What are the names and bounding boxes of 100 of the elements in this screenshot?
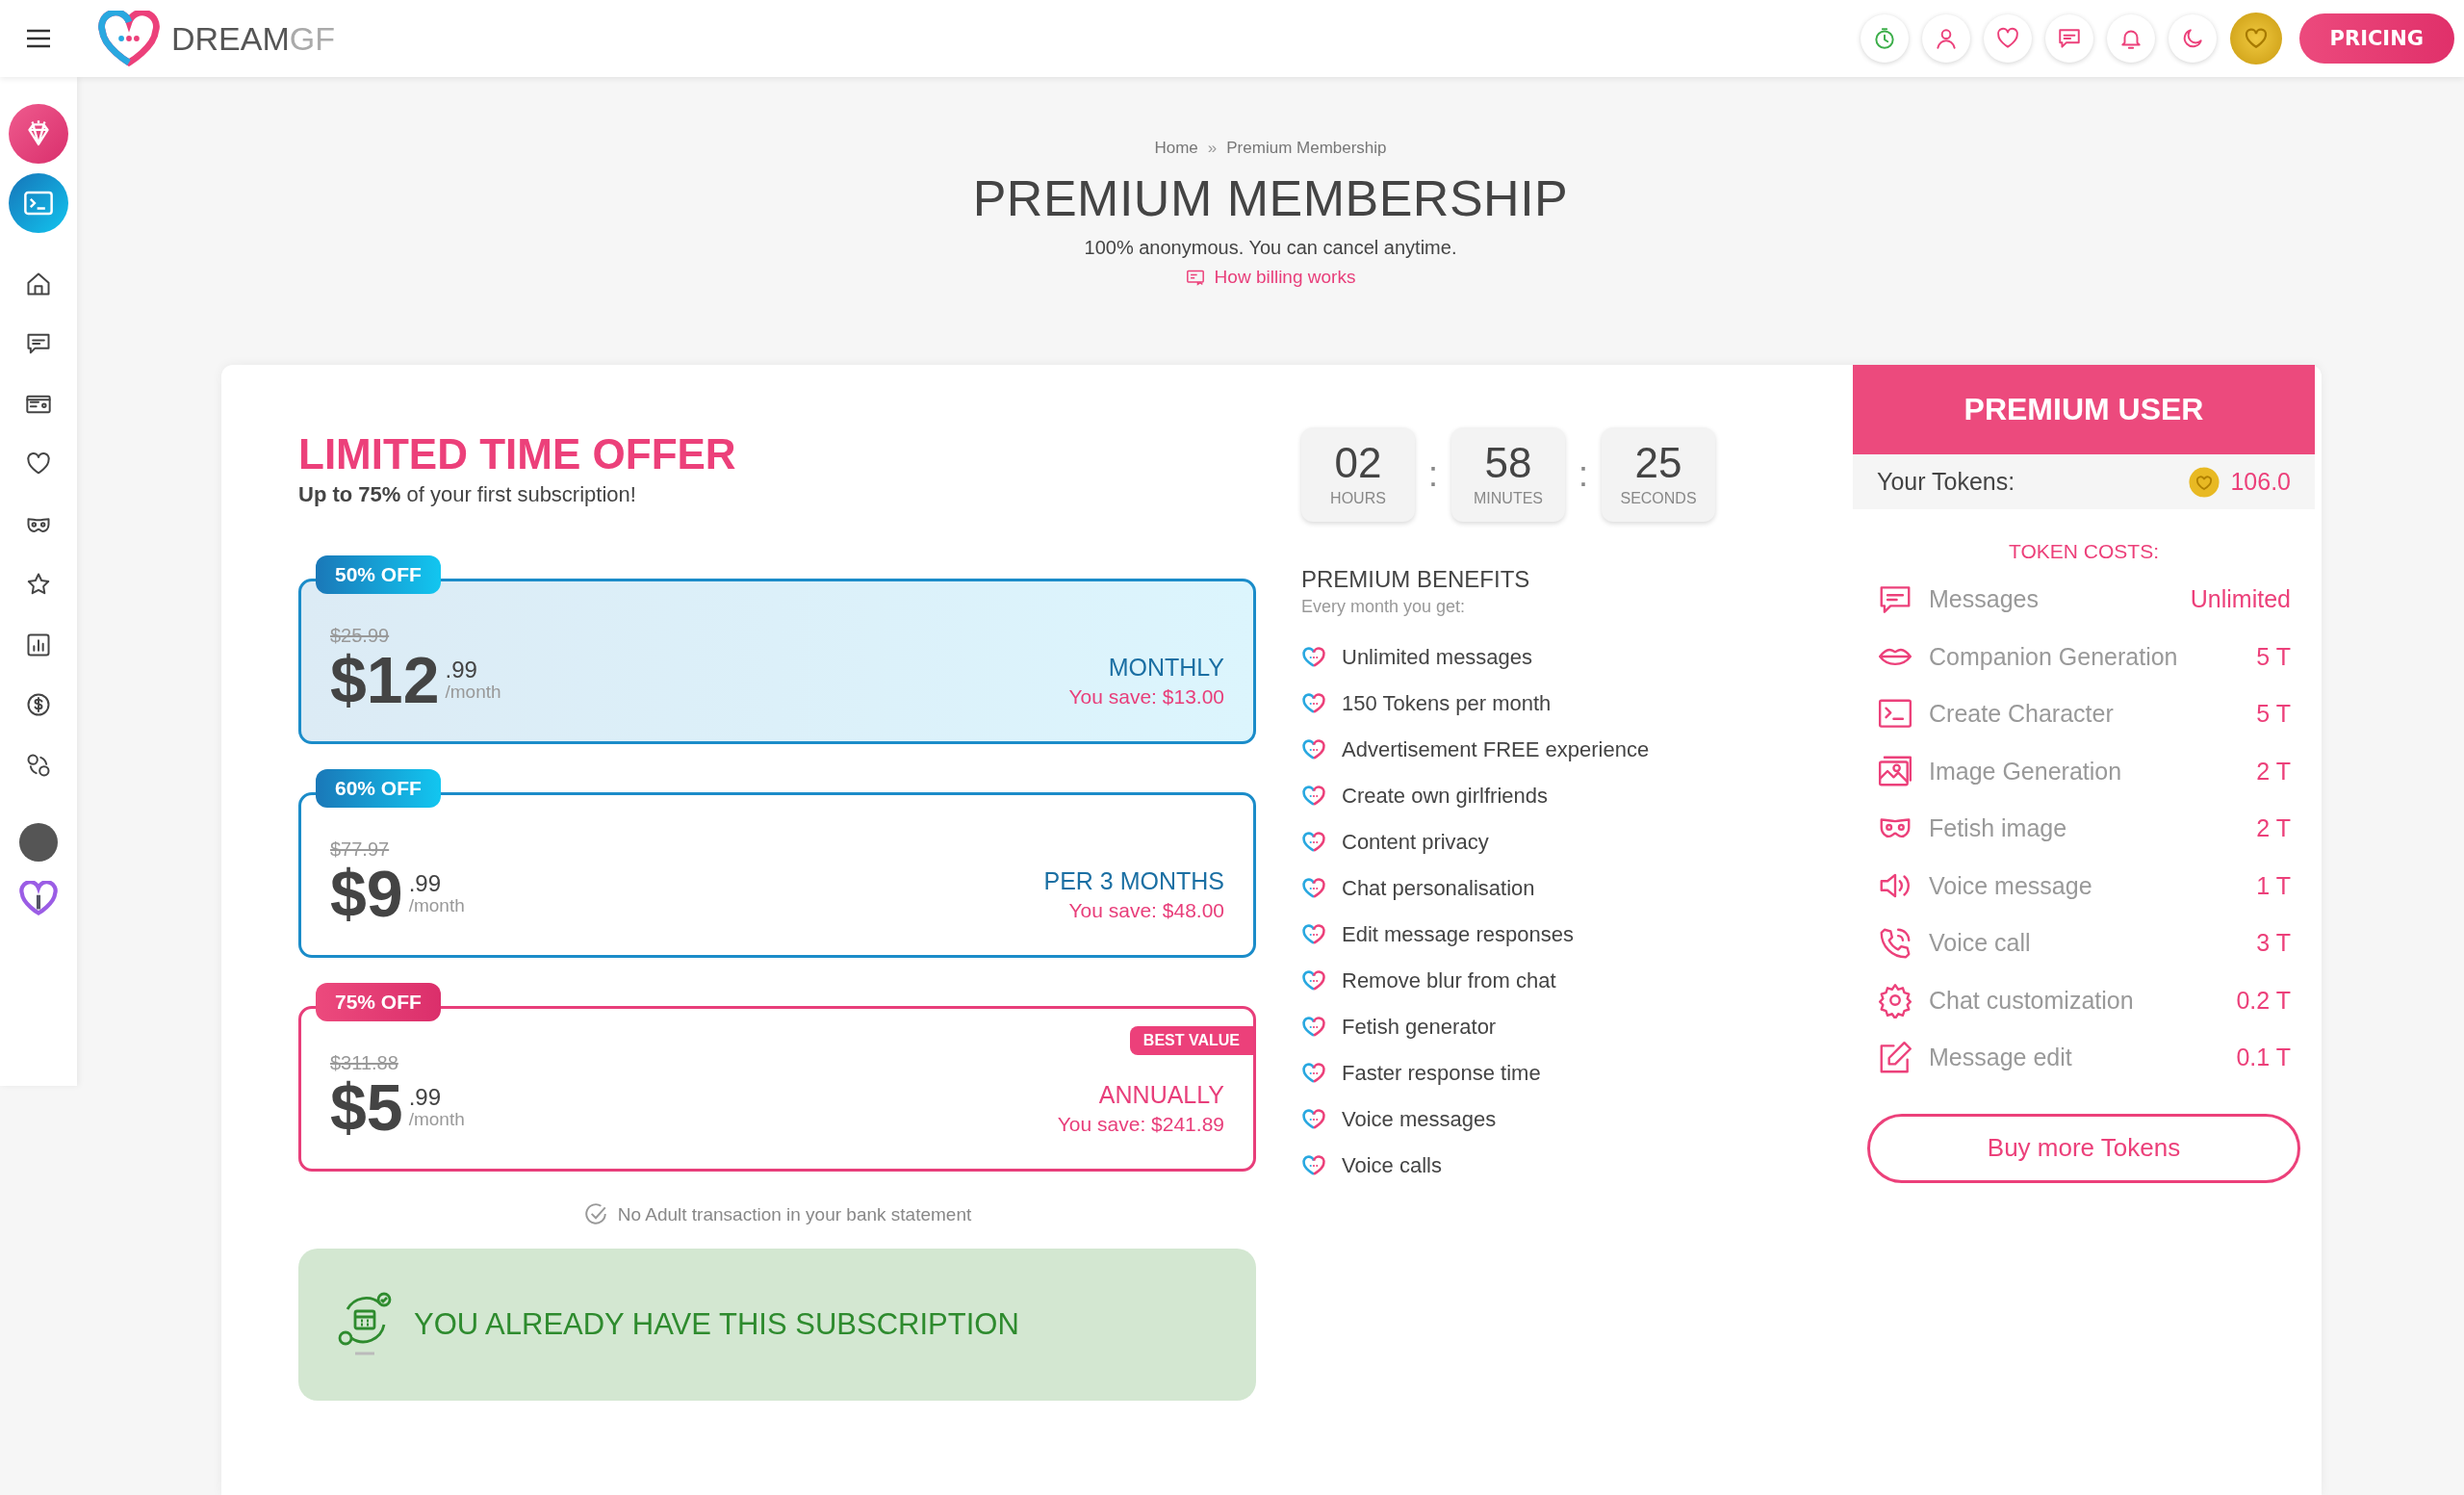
avatar[interactable] [19,822,58,862]
cost-value: 2 T [2256,814,2291,843]
cost-value: 5 T [2256,700,2291,729]
heart-logo-icon[interactable] [98,11,160,66]
cost-value: 2 T [2256,757,2291,786]
coin-icon [2188,465,2221,499]
heart-icon [1301,969,1326,992]
cost-name: Voice message [1929,871,2092,900]
tokens-label: Your Tokens: [1877,468,2015,496]
cost-value: 3 T [2256,929,2291,958]
offer-title: LIMITED TIME OFFER [298,430,737,478]
benefit-text: Unlimited messages [1342,645,1533,670]
moon-icon[interactable] [2168,14,2217,63]
panel-title: PREMIUM USER [1964,392,2204,427]
discount-badge: 75% OFF [316,983,441,1021]
heart-icon [1301,1062,1326,1085]
breadcrumb-separator: » [1207,139,1218,158]
price: $12 [330,647,440,712]
cost-value: 0.2 T [2236,986,2291,1015]
receipt-icon [1185,269,1205,286]
cost-name: Message edit [1929,1044,2072,1072]
old-price: $77.97 [330,838,391,861]
cost-name: Image Generation [1929,757,2122,786]
savings-text: You save: $48.00 [1068,899,1224,922]
benefit-text: Voice calls [1342,1153,1442,1178]
benefit-text: Fetish generator [1342,1015,1497,1040]
brand-name: DREAM [171,19,290,58]
timer-separator: : [1428,454,1438,495]
page-title: PREMIUM MEMBERSHIP [972,169,1569,227]
best-value-badge: BEST VALUE [1129,1026,1253,1055]
discount-badge: 50% OFF [316,555,441,594]
benefits-title: PREMIUM BENEFITS [1301,566,1531,593]
benefit-text: Faster response time [1342,1061,1541,1086]
price-cents: .99 [408,1085,442,1110]
benefits-subtitle: Every month you get: [1301,597,1467,617]
price-cents: .99 [408,871,442,896]
tokens-value: 106.0 [2230,468,2291,496]
price-cents: .99 [445,657,478,683]
breadcrumb-link[interactable]: Home [1154,139,1198,158]
benefit-text: Edit message responses [1342,922,1574,947]
price-period: /month [408,1109,465,1129]
cost-name: Voice call [1929,929,2031,958]
timer-label: SECONDS [1620,490,1697,507]
coin-icon[interactable] [2229,13,2282,64]
price: $9 [330,861,403,926]
heart-icon [1301,785,1326,808]
timer-value: 25 [1634,442,1682,484]
heart-icon [1301,1154,1326,1177]
user-icon[interactable] [1921,14,1970,63]
check-icon [582,1202,608,1227]
benefit-text: Voice messages [1342,1107,1497,1132]
heart-icon [1301,738,1326,761]
cost-value: 0.1 T [2236,1044,2291,1072]
heart-icon [1301,692,1326,715]
cost-value: 5 T [2256,642,2291,671]
timer-value: 02 [1334,442,1382,484]
timer-icon[interactable] [1860,14,1909,63]
timer-separator: : [1578,454,1589,495]
plan-period: ANNUALLY [1098,1081,1224,1109]
discount-badge: 60% OFF [316,769,441,808]
benefit-text: Create own girlfriends [1342,784,1548,809]
plan-period: PER 3 MONTHS [1043,867,1224,895]
brand-suffix: GF [289,19,335,58]
old-price: $311.88 [330,1052,399,1074]
gear-icon [1877,982,1913,1019]
timer-value: 58 [1484,442,1532,484]
cost-value: 1 T [2256,871,2291,900]
pricing-button[interactable]: PRICING [2298,13,2454,64]
price-period: /month [408,895,465,915]
savings-text: You save: $13.00 [1068,685,1224,709]
subscription-notice-text: YOU ALREADY HAVE THIS SUBSCRIPTION [414,1307,1019,1342]
plan-period: MONTHLY [1108,654,1224,682]
cost-name: Fetish image [1929,814,2067,843]
cost-name: Chat customization [1929,986,2134,1015]
bank-note: No Adult transaction in your bank statement [617,1204,972,1225]
buy-tokens-button[interactable]: Buy more Tokens [1867,1113,2300,1183]
billing-link[interactable]: How billing works [1214,267,1356,288]
old-price: $25.99 [330,625,391,647]
token-costs-title: TOKEN COSTS: [2008,540,2160,563]
heart-icon [1301,1108,1326,1131]
benefit-text: Content privacy [1342,830,1489,855]
timer-label: HOURS [1330,490,1386,507]
breadcrumb-current: Premium Membership [1226,139,1387,158]
heart-icon [1301,1016,1326,1039]
heart-icon [1301,923,1326,946]
heart-logo-icon[interactable] [19,880,58,915]
timer-label: MINUTES [1474,490,1543,507]
heart-icon [1301,877,1326,900]
cost-name: Companion Generation [1929,642,2178,671]
price-period: /month [445,682,501,702]
bell-icon[interactable] [2106,14,2155,63]
benefit-text: Remove blur from chat [1342,968,1556,993]
cost-value: Unlimited [2190,585,2291,614]
price: $5 [330,1074,403,1140]
savings-text: You save: $241.89 [1057,1113,1224,1136]
offer-subtitle: Up to 75% of your first subscription! [298,482,637,507]
heart-icon [1301,831,1326,854]
cost-name: Messages [1929,585,2039,614]
page-subtitle: 100% anonymous. You can cancel anytime. [1084,237,1457,259]
cost-name: Create Character [1929,700,2114,729]
